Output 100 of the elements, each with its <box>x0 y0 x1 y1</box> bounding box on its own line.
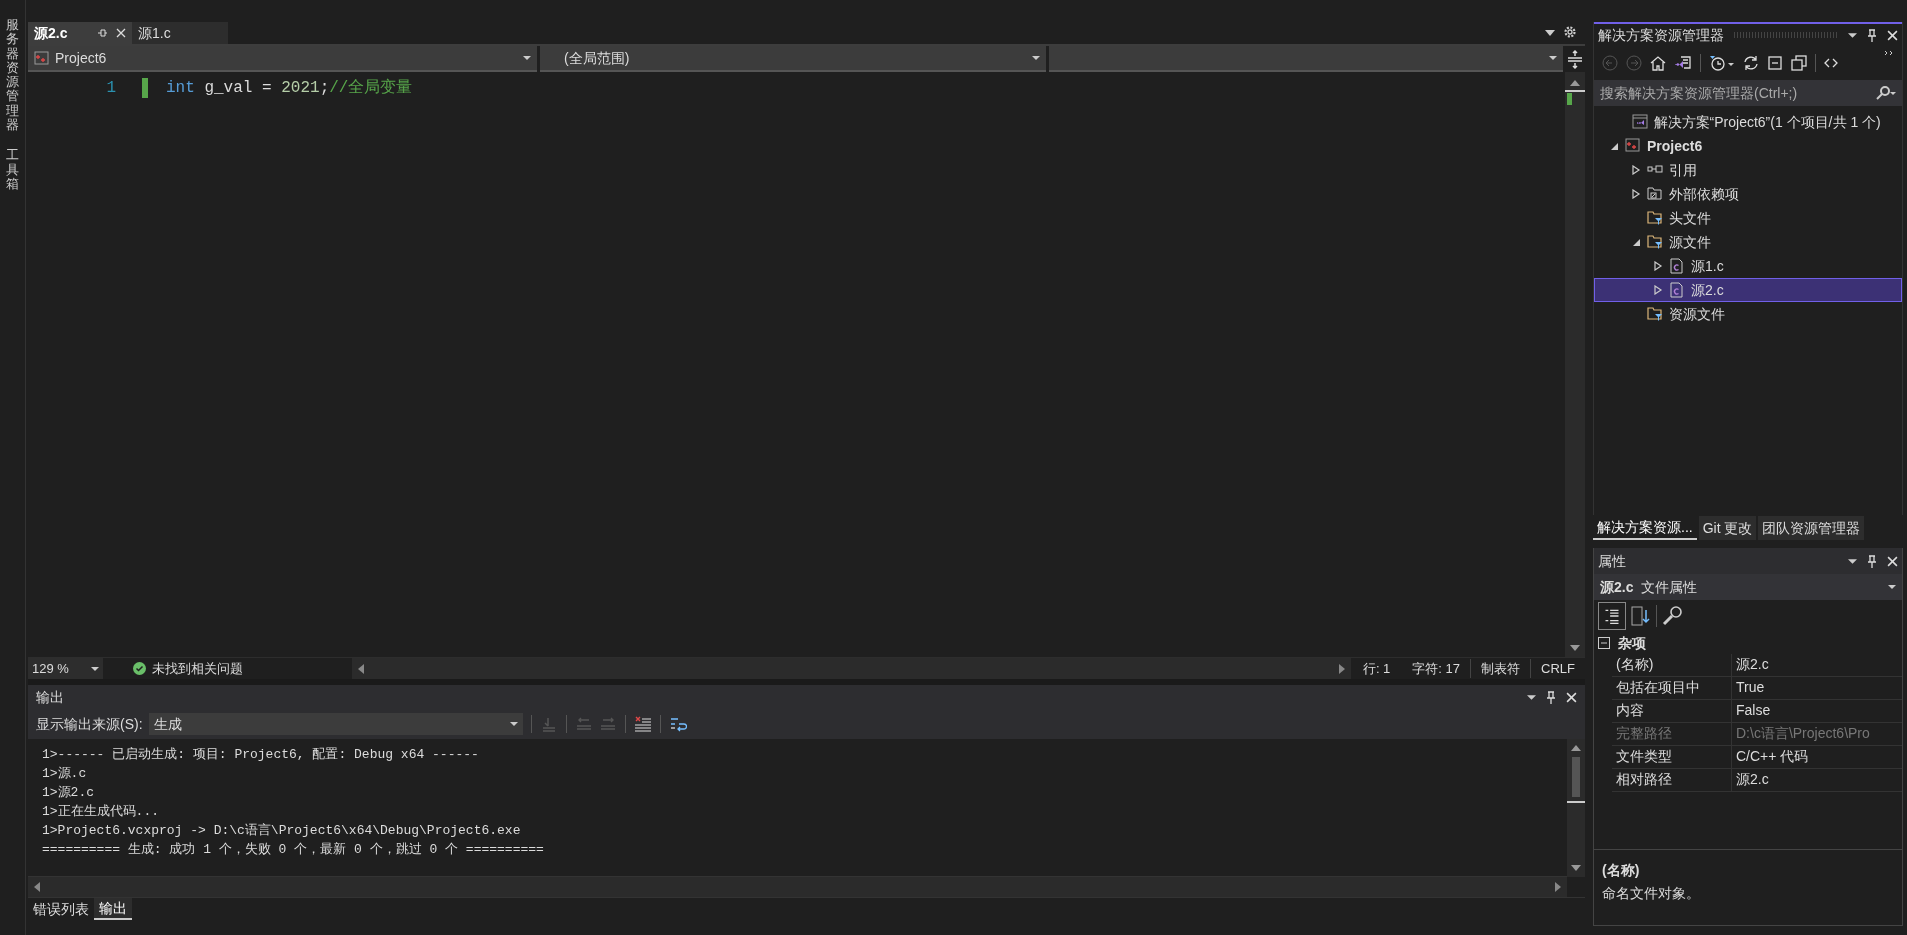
project-icon <box>1625 138 1641 154</box>
dropdown[interactable]: Project6 <box>28 46 537 72</box>
line-number: 1 <box>105 78 116 99</box>
caret-icon <box>91 666 99 671</box>
horizontal-scrollbar[interactable] <box>352 658 1351 679</box>
close-icon[interactable] <box>1887 29 1898 41</box>
scroll-up-arrow-icon[interactable] <box>1570 80 1580 86</box>
panel-title: 输出 <box>36 687 65 707</box>
scroll-left-arrow-icon[interactable] <box>34 882 40 892</box>
side-tab[interactable]: 工具箱 <box>6 148 19 192</box>
tree-item[interactable]: 头文件 <box>1594 206 1902 230</box>
close-icon[interactable] <box>1566 691 1577 703</box>
scroll-right-arrow-icon[interactable] <box>1338 663 1345 674</box>
change-marker <box>142 78 148 98</box>
clear-all-icon[interactable] <box>633 716 652 732</box>
line-ending-indicator[interactable]: CRLF <box>1530 658 1585 679</box>
pin-icon[interactable] <box>1867 554 1877 568</box>
pin-icon[interactable] <box>1546 690 1556 704</box>
wrench-icon[interactable] <box>1661 605 1683 627</box>
tree-item[interactable]: 引用 <box>1594 158 1902 182</box>
scroll-right-arrow-icon[interactable] <box>1555 882 1561 892</box>
panel-tab[interactable]: 输出 <box>94 898 132 920</box>
check-circle-icon <box>133 662 146 675</box>
caret-icon <box>1549 56 1557 60</box>
property-value: D:\c语言\Project6\Pro <box>1735 724 1871 743</box>
project-icon <box>34 51 49 65</box>
dropdown-caret-icon[interactable] <box>1527 694 1536 700</box>
caret-icon <box>1032 56 1040 60</box>
status-text: 未找到相关问题 <box>152 659 244 678</box>
panel-tab[interactable]: 错误列表 <box>28 898 94 920</box>
overflow-icon[interactable] <box>1884 50 1894 58</box>
filter-folder-icon <box>1647 306 1663 322</box>
word-wrap-icon[interactable] <box>668 716 687 732</box>
collapse-icon[interactable] <box>1598 637 1610 649</box>
property-name: 相对路径 <box>1612 769 1732 791</box>
tree-item[interactable]: 外部依赖项 <box>1594 182 1902 206</box>
expanded-arrow-icon[interactable] <box>1609 141 1619 151</box>
home-icon[interactable] <box>1650 55 1666 71</box>
switch-views-icon[interactable] <box>1674 55 1692 71</box>
property-value: 源2.c <box>1735 655 1770 674</box>
scroll-up-arrow-icon[interactable] <box>1571 745 1581 751</box>
scrollbar-thumb[interactable] <box>1572 757 1580 797</box>
panel-tab[interactable]: Git 更改 <box>1698 516 1757 540</box>
caret-icon <box>523 56 531 60</box>
dropdown-caret-icon[interactable] <box>1848 558 1857 564</box>
horizontal-scrollbar[interactable] <box>28 877 1567 897</box>
tree-item[interactable]: 源2.c <box>1594 278 1902 302</box>
pin-icon[interactable] <box>1867 28 1877 42</box>
collapsed-arrow-icon[interactable] <box>1631 189 1641 199</box>
search-field[interactable]: 搜索解决方案资源管理器(Ctrl+;) <box>1594 80 1902 106</box>
refresh-icon[interactable] <box>1743 55 1759 71</box>
file-icon <box>1669 282 1685 298</box>
panel-tab[interactable]: 团队资源管理器 <box>1758 516 1865 540</box>
settings-icon[interactable] <box>1563 25 1577 39</box>
categorized-icon[interactable] <box>1598 602 1626 630</box>
panel-title: 属性 <box>1598 551 1627 571</box>
close-icon[interactable] <box>1887 555 1898 567</box>
tree-item[interactable]: 源1.c <box>1594 254 1902 278</box>
scroll-left-arrow-icon[interactable] <box>358 663 364 674</box>
tree-item[interactable]: 源文件 <box>1594 230 1902 254</box>
indent-indicator[interactable]: 制表符 <box>1470 658 1531 679</box>
vertical-scrollbar[interactable] <box>1567 739 1585 877</box>
property-value: False <box>1735 701 1772 720</box>
scroll-down-arrow-icon[interactable] <box>1571 865 1581 871</box>
line-indicator[interactable]: 行: 1 <box>1350 658 1403 679</box>
zoom-dropdown[interactable]: 129 % <box>28 658 103 679</box>
collapsed-arrow-icon[interactable] <box>1631 165 1641 175</box>
caret-position-line <box>1567 801 1585 803</box>
vertical-scrollbar[interactable] <box>1565 72 1585 657</box>
filter-folder-icon <box>1647 234 1663 250</box>
tree-item[interactable]: 资源文件 <box>1594 302 1902 326</box>
pin-icon[interactable] <box>96 27 108 39</box>
collapsed-arrow-icon[interactable] <box>1653 261 1663 271</box>
output-source-dropdown[interactable]: 生成 <box>148 713 523 735</box>
collapse-all-icon[interactable] <box>1767 55 1783 71</box>
dropdown-caret-icon[interactable] <box>1545 30 1555 36</box>
tree-item[interactable]: Project6 <box>1594 134 1902 158</box>
code-icon[interactable] <box>1824 58 1838 68</box>
caret-icon <box>509 722 518 726</box>
panel-tab[interactable]: 解决方案资源... <box>1593 516 1697 540</box>
property-name: (名称) <box>1612 654 1732 676</box>
history-filter-icon[interactable] <box>1709 55 1735 71</box>
close-icon[interactable] <box>116 28 126 38</box>
object-dropdown[interactable]: 源2.c 文件属性 <box>1594 574 1902 600</box>
dropdown-caret-icon[interactable] <box>1848 32 1857 38</box>
editor-tab[interactable]: 源2.c <box>28 22 132 44</box>
collapsed-arrow-icon[interactable] <box>1653 285 1663 295</box>
expanded-arrow-icon[interactable] <box>1631 237 1641 247</box>
editor-tab[interactable]: 源1.c <box>132 22 228 44</box>
side-tab[interactable]: 服务器资源管理器 <box>6 18 19 133</box>
change-mark <box>1567 93 1572 105</box>
scroll-down-arrow-icon[interactable] <box>1570 645 1580 651</box>
search-icon[interactable] <box>1876 86 1896 100</box>
copy-icon[interactable] <box>1791 55 1807 71</box>
tree-item[interactable]: 解决方案“Project6”(1 个项目/共 1 个) <box>1594 110 1902 134</box>
file-icon <box>1669 258 1685 274</box>
folder-icon <box>1647 186 1663 202</box>
dropdown[interactable]: (全局范围) <box>540 46 1046 72</box>
column-indicator[interactable]: 字符: 17 <box>1402 658 1471 679</box>
alphabetical-icon[interactable] <box>1630 605 1652 627</box>
